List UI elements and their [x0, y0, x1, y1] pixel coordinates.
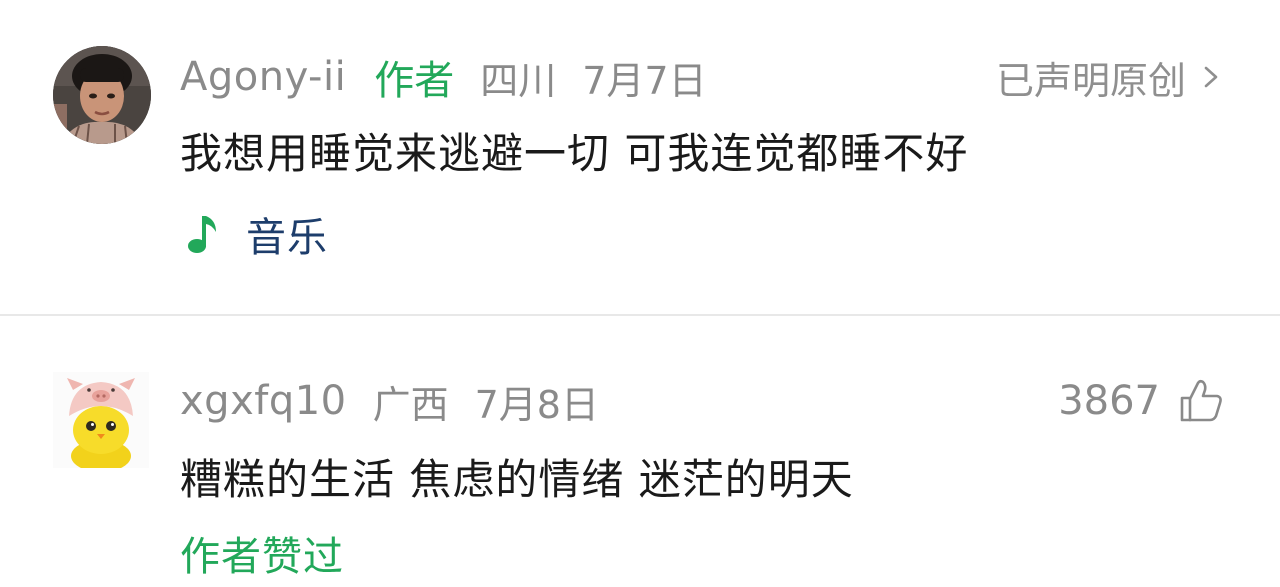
- author-liked-badge: 作者赞过: [180, 534, 344, 580]
- music-link[interactable]: 音乐: [186, 206, 328, 262]
- username[interactable]: xgxfq10: [180, 378, 347, 424]
- author-badge: 作者: [374, 58, 455, 104]
- comment-meta: Agony-ii 作者 四川 7月7日: [180, 47, 707, 107]
- date-label: 7月7日: [582, 58, 707, 103]
- location-label: 四川: [480, 58, 557, 103]
- chick-pig-avatar-icon: [53, 372, 149, 468]
- declared-original-link[interactable]: 已声明原创: [996, 47, 1222, 107]
- comment-item: xgxfq10 广西 7月8日 3867 糟糕的生活 焦虑的情绪 迷茫的明天 作…: [0, 316, 1280, 587]
- avatar[interactable]: [53, 372, 149, 468]
- comment-text: 糟糕的生活 焦虑的情绪 迷茫的明天: [180, 455, 854, 504]
- music-label: 音乐: [246, 215, 328, 261]
- like-count: 3867: [1058, 378, 1160, 424]
- chevron-right-icon: [1204, 66, 1218, 88]
- location-label: 广西: [372, 382, 449, 427]
- comment-text: 我想用睡觉来逃避一切 可我连觉都睡不好: [180, 129, 969, 178]
- declared-original-label: 已声明原创: [995, 58, 1186, 103]
- username[interactable]: Agony-ii: [180, 54, 346, 100]
- avatar-photo-icon: [53, 46, 151, 144]
- avatar[interactable]: [53, 46, 151, 144]
- thumbs-up-icon: [1180, 379, 1222, 422]
- comment-meta: xgxfq10 广西 7月8日: [180, 371, 599, 431]
- music-note-icon: [188, 216, 216, 253]
- date-label: 7月8日: [474, 382, 599, 427]
- comment-list: Agony-ii 作者 四川 7月7日 已声明原创 我想用睡觉来逃避一切 可我连…: [0, 0, 1280, 587]
- like-button[interactable]: 3867: [1058, 371, 1224, 431]
- comment-item: Agony-ii 作者 四川 7月7日 已声明原创 我想用睡觉来逃避一切 可我连…: [0, 0, 1280, 314]
